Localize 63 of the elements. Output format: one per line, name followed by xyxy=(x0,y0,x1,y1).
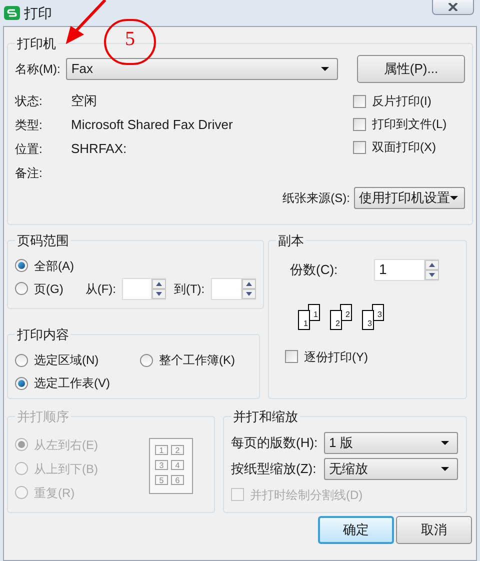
group-title: 打印机 xyxy=(16,35,57,53)
field-label: 份数(C): xyxy=(290,260,338,279)
checkbox[interactable] xyxy=(353,94,366,108)
field-label: 按纸型缩放(Z): xyxy=(231,460,316,478)
field-label: 名称(M): xyxy=(15,60,60,78)
close-icon xyxy=(448,3,458,11)
field-label: 类型: xyxy=(15,116,44,134)
app-icon xyxy=(4,6,20,20)
page-slot: 2 xyxy=(171,444,184,454)
option-label[interactable]: 页(G) xyxy=(34,280,64,298)
group-title: 并打和缩放 xyxy=(232,408,299,426)
group-title: 打印内容 xyxy=(16,326,70,344)
dialog-button[interactable]: 取消 xyxy=(396,516,472,544)
close-button[interactable] xyxy=(432,0,474,15)
field-label: 到(T): xyxy=(174,282,205,296)
dialog-button[interactable]: 确定 xyxy=(318,516,394,544)
page-icon: 3 xyxy=(362,310,374,330)
page-slot: 5 xyxy=(155,474,168,484)
option-label[interactable]: 选定区域(N) xyxy=(34,351,99,369)
page-slot: 4 xyxy=(171,460,184,470)
option-label[interactable]: 打印到文件(L) xyxy=(372,115,447,133)
spin-field[interactable] xyxy=(122,278,166,300)
spin-arrows-icon[interactable] xyxy=(150,278,165,298)
checkbox[interactable] xyxy=(353,140,366,154)
option-label[interactable]: 全部(A) xyxy=(34,256,74,274)
field-label: 备注: xyxy=(15,164,44,182)
spin-field[interactable]: 1 xyxy=(374,258,439,280)
field-label: 位置: xyxy=(15,140,44,158)
spin-arrows-icon[interactable] xyxy=(424,260,438,280)
option-label[interactable]: 逐份打印(Y) xyxy=(304,348,368,366)
page-icon: 2 xyxy=(330,310,342,330)
dropdown[interactable]: Fax xyxy=(66,58,338,80)
caret-icon xyxy=(321,66,330,70)
dropdown[interactable]: 使用打印机设置 xyxy=(354,186,465,208)
page-slot: 6 xyxy=(171,474,184,484)
group-title: 副本 xyxy=(277,232,305,250)
window-title: 打印 xyxy=(24,4,52,22)
properties-button[interactable]: 属性(P)... xyxy=(357,54,465,82)
checkbox[interactable] xyxy=(353,118,366,130)
checkbox[interactable] xyxy=(285,350,298,363)
spin-field[interactable] xyxy=(210,278,256,300)
option-label[interactable]: 反片打印(I) xyxy=(372,92,432,110)
page-slot: 3 xyxy=(155,460,168,470)
page-icon: 1 xyxy=(298,310,310,330)
field-label: 纸张来源(S): xyxy=(282,190,350,206)
dropdown[interactable]: 无缩放 xyxy=(324,458,458,480)
caret-icon xyxy=(450,196,458,200)
field-label: 从(F): xyxy=(85,282,116,296)
field-value: 空闲 xyxy=(71,92,97,110)
field-value: Microsoft Shared Fax Driver xyxy=(71,116,233,134)
field-label: 状态: xyxy=(15,92,44,110)
caret-icon xyxy=(441,440,449,444)
page-slot: 1 xyxy=(155,444,168,454)
option-label[interactable]: 整个工作簿(K) xyxy=(159,351,235,369)
group-title: 并打顺序 xyxy=(16,408,70,426)
option-label[interactable]: 选定工作表(V) xyxy=(34,374,110,392)
field-label: 每页的版数(H): xyxy=(231,434,318,452)
group-title: 页码范围 xyxy=(16,232,70,250)
spin-arrows-icon[interactable] xyxy=(240,278,255,298)
field-value: SHRFAX: xyxy=(71,140,127,158)
caret-icon xyxy=(441,466,449,470)
option-label[interactable]: 双面打印(X) xyxy=(372,138,436,156)
dropdown[interactable]: 1 版 xyxy=(324,432,458,454)
